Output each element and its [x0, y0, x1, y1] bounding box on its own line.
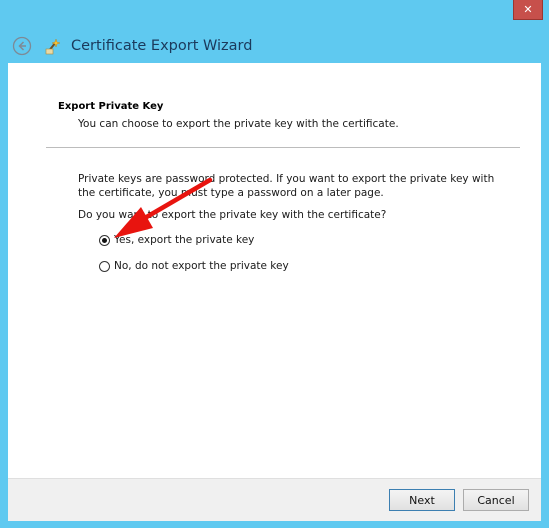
header-divider	[46, 147, 520, 148]
radio-button-unselected[interactable]	[99, 260, 110, 272]
radio-dot	[102, 237, 107, 243]
info-paragraph: Private keys are password protected. If …	[78, 173, 495, 199]
certificate-wizard-icon	[45, 37, 63, 55]
close-button[interactable]: ✕	[513, 0, 543, 20]
close-icon: ✕	[523, 3, 533, 16]
page-heading: Export Private Key	[58, 101, 164, 112]
radio-option-yes[interactable]: Yes, export the private key	[99, 234, 254, 246]
back-button[interactable]	[11, 35, 33, 57]
radio-label-no[interactable]: No, do not export the private key	[114, 260, 289, 272]
export-question: Do you want to export the private key wi…	[78, 209, 387, 221]
radio-button-selected[interactable]	[99, 234, 110, 246]
wizard-content: Export Private Key You can choose to exp…	[8, 63, 541, 478]
wizard-window: ✕ Certificate Export Wizard Export Priva…	[0, 0, 549, 528]
title-bar: Certificate Export Wizard	[8, 28, 541, 63]
next-button[interactable]: Next	[389, 489, 455, 511]
page-description: You can choose to export the private key…	[78, 118, 399, 130]
window-title: Certificate Export Wizard	[71, 37, 253, 54]
radio-label-yes[interactable]: Yes, export the private key	[114, 234, 254, 246]
radio-option-no[interactable]: No, do not export the private key	[99, 260, 289, 272]
wizard-footer: Next Cancel	[8, 478, 541, 521]
cancel-button[interactable]: Cancel	[463, 489, 529, 511]
back-arrow-icon	[12, 36, 32, 55]
